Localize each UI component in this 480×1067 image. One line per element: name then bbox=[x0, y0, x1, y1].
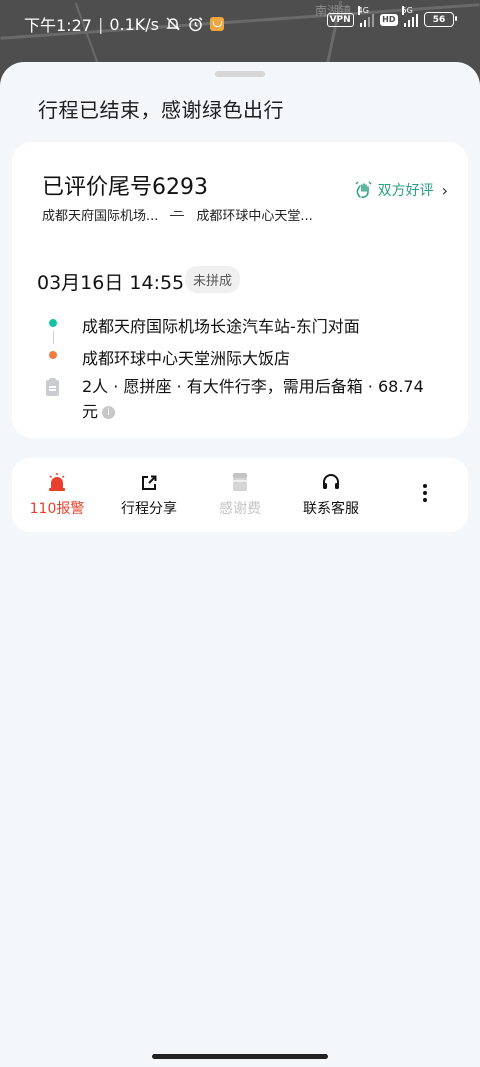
review-label: 双方好评 bbox=[377, 183, 434, 199]
chevron-right-icon: › bbox=[441, 180, 448, 200]
vpn-indicator: VPN bbox=[326, 12, 354, 27]
wave-hand-icon bbox=[355, 181, 372, 198]
page-title: 行程已结束，感谢绿色出行 bbox=[38, 98, 284, 122]
clipboard-icon bbox=[46, 378, 59, 396]
trip-details: 2人 · 愿拼座 · 有大件行李，需用后备箱 · 68.74元 i bbox=[82, 374, 432, 424]
tip-fee-button[interactable]: 感谢费 bbox=[195, 470, 285, 518]
action-bar: 110报警 行程分享 感谢费 联系客服 bbox=[12, 458, 468, 532]
route-from: 成都天府国际机场... bbox=[42, 209, 159, 224]
signal-5g-icon: 5G bbox=[401, 5, 418, 27]
trip-datetime: 03月16日 14:55 bbox=[37, 272, 185, 294]
start-location: 成都天府国际机场长途汽车站-东门对面 bbox=[82, 317, 360, 336]
signal-4g-icon: 4G bbox=[357, 5, 375, 27]
arrow-right-icon bbox=[170, 211, 185, 219]
customer-service-button[interactable]: 联系客服 bbox=[286, 470, 376, 518]
action-label-service: 联系客服 bbox=[303, 501, 359, 517]
headset-icon bbox=[323, 474, 339, 489]
evaluated-driver-label: 已评价尾号6293 bbox=[42, 175, 208, 200]
hd-indicator: HD bbox=[380, 13, 398, 26]
more-options-icon[interactable] bbox=[422, 484, 428, 505]
emergency-110-button[interactable]: 110报警 bbox=[12, 470, 102, 518]
end-location: 成都环球中心天堂洲际大饭店 bbox=[82, 349, 291, 368]
alarm-icon bbox=[49, 473, 65, 491]
review-link[interactable]: 双方好评 › bbox=[354, 180, 448, 200]
info-icon[interactable]: i bbox=[102, 406, 116, 419]
alarm-clock-icon bbox=[188, 16, 203, 31]
network-speed: 0.1K/s bbox=[109, 14, 159, 34]
sheet-drag-handle[interactable] bbox=[215, 71, 265, 77]
end-point-dot bbox=[49, 351, 57, 359]
route-connector bbox=[52, 331, 54, 344]
app-notification-icon bbox=[210, 17, 224, 31]
action-label-tip: 感谢费 bbox=[219, 501, 261, 517]
mute-bell-icon bbox=[166, 17, 180, 31]
share-trip-button[interactable]: 行程分享 bbox=[104, 470, 194, 518]
route-summary: 成都天府国际机场... 成都环球中心天堂... bbox=[42, 205, 352, 224]
start-point-dot bbox=[49, 319, 57, 327]
status-time: 下午1:27 bbox=[24, 16, 92, 35]
status-bar: 下午1:27 | 0.1K/s VPN 4G HD 5G 56 bbox=[0, 0, 480, 44]
route-to: 成都环球中心天堂... bbox=[196, 209, 313, 224]
share-icon bbox=[142, 475, 157, 490]
trip-details-text: 2人 · 愿拼座 · 有大件行李，需用后备箱 · 68.74元 bbox=[82, 377, 424, 421]
status-badge: 未拼成 bbox=[185, 266, 241, 293]
trip-ended-sheet: 行程已结束，感谢绿色出行 已评价尾号6293 双方好评 › 成都天府国际机场..… bbox=[0, 62, 480, 1067]
action-label-share: 行程分享 bbox=[121, 501, 177, 517]
tip-icon bbox=[233, 473, 247, 491]
action-label-110: 110报警 bbox=[29, 501, 85, 517]
home-indicator[interactable] bbox=[152, 1054, 328, 1059]
battery-indicator: 56 bbox=[424, 12, 457, 27]
trip-card: 已评价尾号6293 双方好评 › 成都天府国际机场... 成都环球中心天堂...… bbox=[12, 142, 468, 438]
